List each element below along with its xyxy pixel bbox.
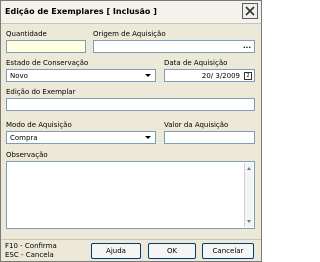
- dialog-window: Edição de Exemplares [ Inclusão ] Quanti…: [0, 0, 262, 262]
- edicao-field[interactable]: [6, 98, 255, 111]
- help-button[interactable]: Ajuda: [91, 243, 141, 259]
- edicao-label: Edição do Exemplar: [6, 88, 76, 96]
- ok-button[interactable]: OK: [148, 243, 196, 259]
- estado-select[interactable]: Novo: [6, 69, 156, 82]
- origem-label: Origem de Aquisição: [93, 30, 166, 38]
- cancel-button[interactable]: Cancelar: [202, 243, 254, 259]
- observacao-label: Observação: [6, 151, 48, 159]
- quantidade-field[interactable]: [6, 40, 86, 53]
- modo-label: Modo de Aquisição: [6, 121, 72, 129]
- close-icon: [245, 6, 255, 16]
- calendar-icon[interactable]: 2: [244, 72, 252, 80]
- valor-label: Valor da Aquisição: [164, 121, 229, 129]
- estado-label: Estado de Conservação: [6, 59, 89, 67]
- origem-lookup-button[interactable]: ...: [243, 42, 251, 50]
- data-aquisicao-label: Data de Aquisição: [164, 59, 228, 67]
- observacao-scrollbar[interactable]: [244, 163, 253, 227]
- form-area: Quantidade Origem de Aquisição ... Estad…: [1, 24, 261, 238]
- scroll-down-icon[interactable]: [247, 220, 251, 223]
- origem-field[interactable]: ...: [93, 40, 255, 53]
- scroll-up-icon[interactable]: [247, 167, 251, 170]
- estado-value: Novo: [10, 72, 28, 80]
- quantidade-label: Quantidade: [6, 30, 47, 38]
- observacao-textarea[interactable]: [6, 161, 255, 229]
- modo-value: Compra: [10, 134, 38, 142]
- window-title: Edição de Exemplares [ Inclusão ]: [5, 7, 157, 16]
- close-button[interactable]: [242, 3, 258, 19]
- footer-bar: F10 - Confirma ESC - Cancela Ajuda OK Ca…: [1, 239, 261, 262]
- title-bar: Edição de Exemplares [ Inclusão ]: [1, 1, 261, 24]
- modo-select[interactable]: Compra: [6, 131, 156, 144]
- chevron-down-icon[interactable]: [145, 136, 151, 139]
- hint-cancel: ESC - Cancela: [5, 251, 54, 259]
- hint-confirm: F10 - Confirma: [5, 242, 57, 250]
- data-aquisicao-field[interactable]: 20/ 3/2009 2: [164, 69, 255, 82]
- data-aquisicao-value: 20/ 3/2009: [201, 72, 240, 80]
- chevron-down-icon[interactable]: [145, 74, 151, 77]
- valor-field[interactable]: [164, 131, 255, 144]
